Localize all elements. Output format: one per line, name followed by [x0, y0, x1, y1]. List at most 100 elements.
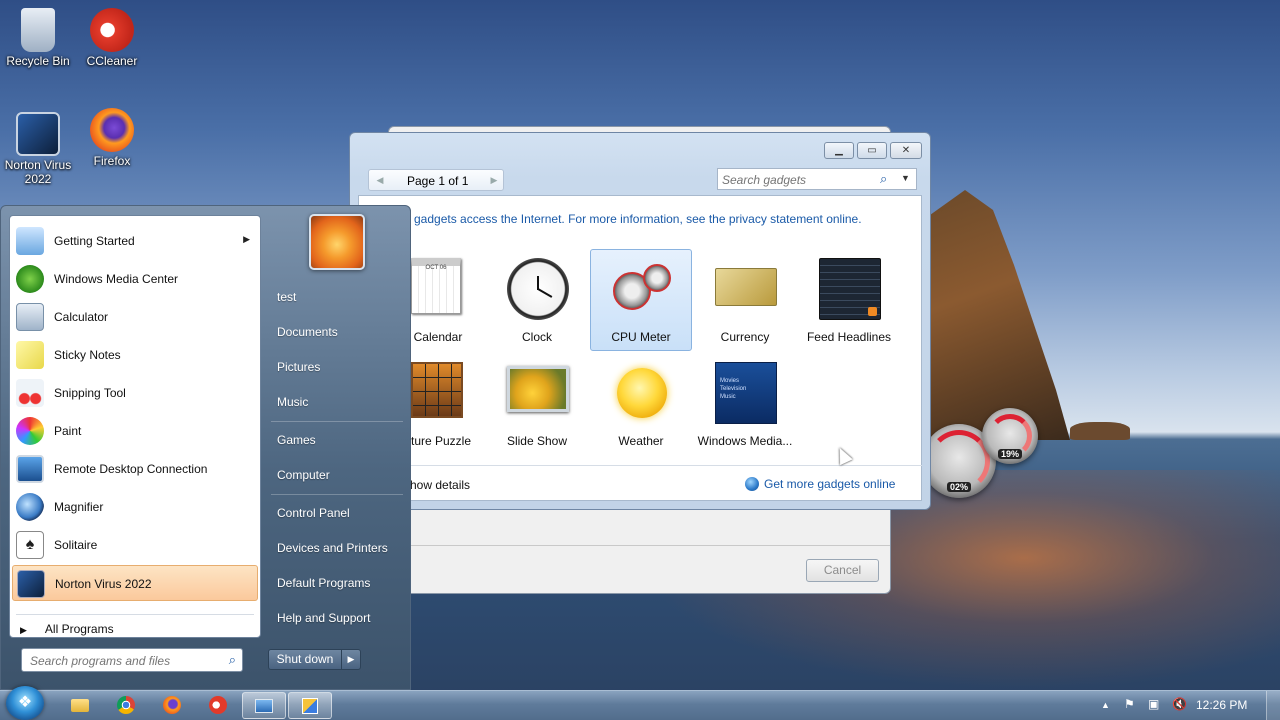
- gadget-windows-media-center[interactable]: Movies Television Music Windows Media...: [694, 353, 796, 455]
- minimize-button[interactable]: ▁: [824, 142, 854, 159]
- privacy-notice-link[interactable]: gadgets access the Internet. For more in…: [414, 212, 862, 226]
- chevron-right-icon[interactable]: ▶: [243, 234, 250, 245]
- maximize-button[interactable]: ▭: [857, 142, 887, 159]
- right-pane-separator: [271, 494, 403, 495]
- sticky-notes-icon: [16, 341, 44, 369]
- taskbar-file-explorer[interactable]: [58, 692, 102, 719]
- desktop-icon-recycle-bin[interactable]: Recycle Bin: [0, 8, 76, 68]
- program-norton-virus-2022[interactable]: Norton Virus 2022: [12, 565, 258, 601]
- remote-desktop-icon: [16, 455, 44, 483]
- program-windows-media-center[interactable]: Windows Media Center: [12, 261, 258, 297]
- next-page-icon[interactable]: ▶: [487, 173, 501, 187]
- search-programs-input[interactable]: [30, 653, 210, 668]
- all-programs-button[interactable]: ▶ All Programs: [20, 622, 114, 636]
- gadget-cpu-meter[interactable]: CPU Meter: [590, 249, 692, 351]
- program-label: Paint: [54, 424, 82, 438]
- shutdown-button[interactable]: Shut down: [268, 649, 342, 670]
- taskbar-ccleaner[interactable]: [196, 692, 240, 719]
- program-label: Calculator: [54, 310, 109, 324]
- program-remote-desktop-connection[interactable]: Remote Desktop Connection: [12, 451, 258, 487]
- currency-icon: [715, 268, 777, 306]
- get-more-gadgets-link[interactable]: Get more gadgets online: [745, 477, 895, 491]
- action-center-flag-icon[interactable]: ⚑: [1124, 697, 1135, 711]
- start-link-pictures[interactable]: Pictures: [277, 360, 320, 374]
- firefox-icon: [90, 108, 134, 152]
- globe-icon: [745, 477, 759, 491]
- chevron-down-icon[interactable]: ▼: [901, 173, 910, 183]
- gallery-separator: [410, 465, 922, 466]
- program-magnifier[interactable]: Magnifier: [12, 489, 258, 525]
- network-icon[interactable]: ▣: [1148, 697, 1159, 711]
- program-snipping-tool[interactable]: Snipping Tool: [12, 375, 258, 411]
- program-paint[interactable]: Paint: [12, 413, 258, 449]
- desktop-icon-label: Norton Virus 2022: [4, 158, 72, 186]
- gadget-name: Windows Media...: [697, 434, 793, 448]
- start-link-help-and-support[interactable]: Help and Support: [277, 611, 370, 625]
- gadget-currency[interactable]: Currency: [694, 249, 796, 351]
- taskbar-remote-desktop[interactable]: [242, 692, 286, 719]
- snipping-tool-icon: [16, 379, 44, 407]
- getting-started-icon: [16, 227, 44, 255]
- page-indicator: Page 1 of 1: [407, 174, 469, 188]
- windows-logo-icon: ❖: [17, 694, 33, 711]
- gadget-clock[interactable]: Clock: [486, 249, 588, 351]
- show-details-toggle[interactable]: how details: [410, 478, 470, 492]
- windows-media-center-icon: [16, 265, 44, 293]
- page-navigator: ◀ Page 1 of 1 ▶: [368, 169, 504, 191]
- dialog-separator: [409, 545, 890, 546]
- gadget-name: Weather: [618, 434, 664, 448]
- sea-stack-rock: [930, 190, 1070, 440]
- search-gadgets-input[interactable]: [722, 172, 872, 187]
- cancel-button[interactable]: Cancel: [806, 559, 879, 582]
- shutdown-options-button[interactable]: ▶: [341, 649, 361, 670]
- chrome-icon: [117, 696, 135, 714]
- program-solitaire[interactable]: ♠ Solitaire: [12, 527, 258, 563]
- program-calculator[interactable]: Calculator: [12, 299, 258, 335]
- recycle-bin-icon: [21, 8, 55, 52]
- desktop-icon-firefox[interactable]: Firefox: [74, 108, 150, 168]
- start-link-devices-and-printers[interactable]: Devices and Printers: [277, 541, 388, 555]
- program-getting-started[interactable]: Getting Started ▶: [12, 223, 258, 259]
- prev-page-icon[interactable]: ◀: [373, 173, 387, 187]
- show-hidden-icons-button[interactable]: ▲: [1101, 700, 1110, 710]
- show-desktop-button[interactable]: [1266, 691, 1280, 720]
- start-link-computer[interactable]: Computer: [277, 468, 330, 482]
- desktop-icon-label: Recycle Bin: [6, 54, 70, 68]
- weather-icon: [617, 368, 667, 418]
- start-link-games[interactable]: Games: [277, 433, 316, 447]
- calculator-icon: [16, 303, 44, 331]
- taskbar-chrome[interactable]: [104, 692, 148, 719]
- program-label: Windows Media Center: [54, 272, 179, 286]
- ccleaner-icon: [209, 696, 227, 714]
- volume-muted-icon[interactable]: 🔇: [1172, 697, 1187, 711]
- start-link-control-panel[interactable]: Control Panel: [277, 506, 350, 520]
- gadget-feed-headlines[interactable]: Feed Headlines: [798, 249, 900, 351]
- taskbar-clock[interactable]: 12:26 PM: [1196, 698, 1247, 712]
- start-link-user[interactable]: test: [277, 290, 296, 304]
- taskbar-gadgets[interactable]: [288, 692, 332, 719]
- start-link-music[interactable]: Music: [277, 395, 308, 409]
- gadget-weather[interactable]: Weather: [590, 353, 692, 455]
- taskbar-firefox[interactable]: [150, 692, 194, 719]
- search-gadgets-field[interactable]: ⌕ ▼: [717, 168, 917, 190]
- user-avatar[interactable]: [309, 214, 365, 270]
- norton-virus-icon: [16, 112, 60, 156]
- close-button[interactable]: ✕: [890, 142, 922, 159]
- folder-icon: [71, 699, 89, 712]
- search-icon[interactable]: ⌕: [880, 171, 887, 187]
- search-icon[interactable]: ⌕: [229, 652, 236, 668]
- program-list-separator: [16, 614, 254, 615]
- desktop-icon-ccleaner[interactable]: CCleaner: [74, 8, 150, 68]
- gadget-slide-show[interactable]: Slide Show: [486, 353, 588, 455]
- start-button[interactable]: ❖: [6, 686, 44, 720]
- search-programs-field[interactable]: ⌕: [21, 648, 243, 672]
- program-sticky-notes[interactable]: Sticky Notes: [12, 337, 258, 373]
- desktop-icon-norton-virus[interactable]: Norton Virus 2022: [0, 112, 76, 186]
- triangle-right-icon: ▶: [20, 625, 27, 635]
- start-link-documents[interactable]: Documents: [277, 325, 338, 339]
- ccleaner-icon: [90, 8, 134, 52]
- start-menu: Getting Started ▶ Windows Media Center C…: [0, 205, 411, 690]
- cpu-meter-gauge-small[interactable]: 19%: [982, 408, 1038, 464]
- gadget-name: CPU Meter: [611, 330, 671, 344]
- start-link-default-programs[interactable]: Default Programs: [277, 576, 370, 590]
